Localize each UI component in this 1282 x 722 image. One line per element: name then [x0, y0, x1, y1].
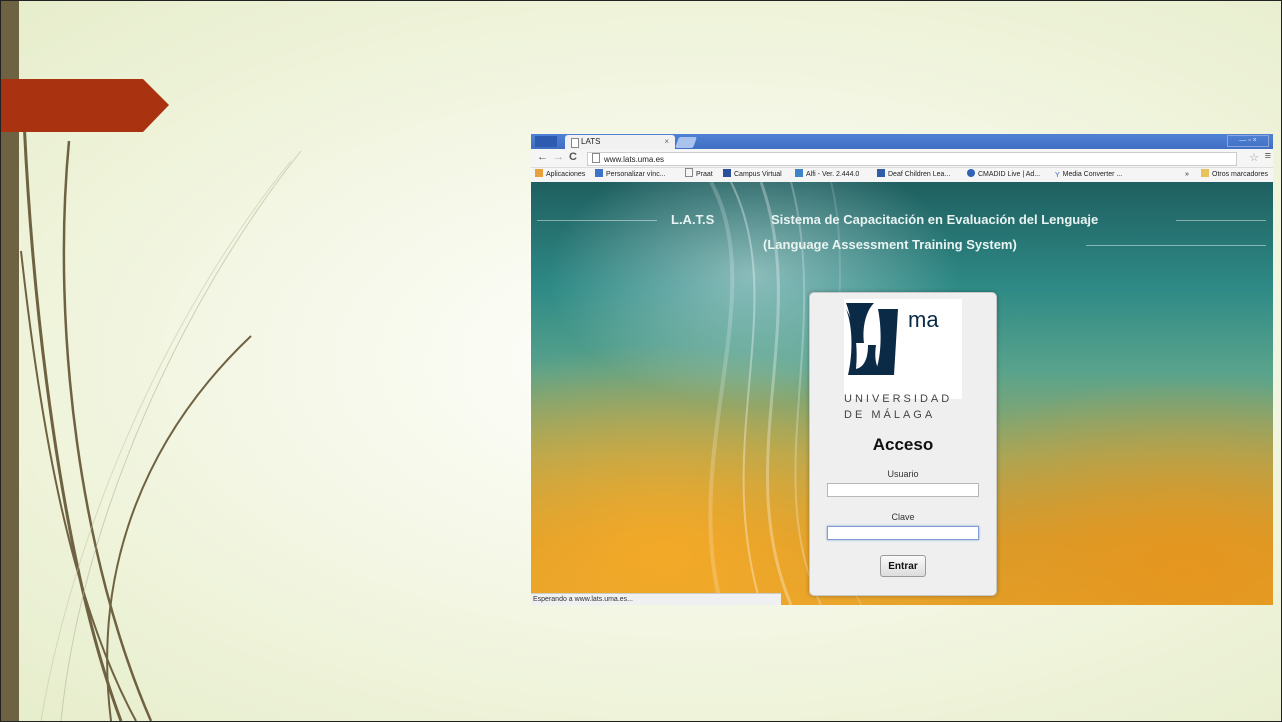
bookmark-icon: Y — [1055, 172, 1060, 179]
uma-logo-icon: ma — [846, 303, 939, 375]
submit-button[interactable]: Entrar — [880, 555, 926, 577]
folder-icon — [1201, 169, 1209, 177]
header-divider — [1086, 245, 1266, 246]
menu-icon[interactable]: ≡ — [1265, 150, 1271, 162]
browser-logo-icon — [535, 136, 557, 147]
logo-text: ma — [908, 307, 939, 332]
bookmark-apps[interactable]: Aplicaciones — [535, 168, 585, 182]
header-divider — [1176, 220, 1266, 221]
bookmark-icon — [877, 169, 885, 177]
bookmark-icon — [967, 169, 975, 177]
university-name-line2: DE MÁLAGA — [844, 409, 936, 421]
site-brand: L.A.T.S — [671, 212, 715, 227]
page-icon — [571, 138, 579, 148]
apps-icon — [535, 169, 543, 177]
window-controls[interactable]: — ▫ × — [1227, 135, 1269, 147]
address-bar: ← → C www.lats.uma.es ☆ ≡ — [531, 149, 1273, 168]
bookmark-icon — [795, 169, 803, 177]
site-title: Sistema de Capacitación en Evaluación de… — [771, 212, 1099, 227]
url-input[interactable]: www.lats.uma.es — [587, 152, 1237, 166]
browser-tabbar: LATS × — ▫ × — [531, 134, 1273, 149]
bookmark-cmadid[interactable]: CMADID Live | Ad... — [967, 168, 1040, 182]
tab-title: LATS — [581, 137, 601, 146]
tab-lats[interactable]: LATS × — [565, 135, 675, 149]
browser-screenshot: LATS × — ▫ × ← → C www.lats.uma.es ☆ ≡ A… — [531, 134, 1273, 605]
status-bar: Esperando a www.lats.uma.es... — [531, 593, 781, 605]
bookmark-praat[interactable]: Praat — [685, 168, 713, 182]
uma-logo: ma — [844, 299, 962, 399]
site-subtitle: (Language Assessment Training System) — [763, 237, 1017, 252]
red-arrow-shape — [1, 79, 169, 132]
new-tab-button[interactable] — [674, 137, 698, 148]
bookmark-campus-virtual[interactable]: Campus Virtual — [723, 168, 782, 182]
forward-icon[interactable]: → — [553, 151, 564, 163]
header-divider — [537, 220, 657, 221]
url-text: www.lats.uma.es — [604, 155, 665, 164]
presentation-slide: LATS × — ▫ × ← → C www.lats.uma.es ☆ ≡ A… — [0, 0, 1282, 722]
bookmark-icon — [723, 169, 731, 177]
username-input[interactable] — [827, 483, 979, 497]
star-icon[interactable]: ☆ — [1249, 151, 1259, 164]
web-page: L.A.T.S Sistema de Capacitación en Evalu… — [531, 182, 1273, 605]
bookmarks-bar: Aplicaciones Personalizar vínc... Praat … — [531, 168, 1273, 182]
page-icon — [685, 168, 693, 177]
bookmarks-overflow[interactable]: » — [1185, 168, 1189, 182]
password-input[interactable] — [827, 526, 979, 540]
page-icon — [592, 153, 600, 163]
reload-icon[interactable]: C — [569, 151, 577, 163]
bookmark-media-converter[interactable]: Y Media Converter ... — [1055, 168, 1122, 182]
university-name-line1: UNIVERSIDAD — [844, 393, 953, 405]
login-panel: ma UNIVERSIDAD DE MÁLAGA Acceso Usuario … — [809, 292, 997, 596]
username-label: Usuario — [887, 469, 919, 479]
bookmark-deaf-children[interactable]: Deaf Children Lea... — [877, 168, 950, 182]
back-icon[interactable]: ← — [537, 151, 548, 163]
tab-close-icon[interactable]: × — [664, 135, 669, 149]
password-label: Clave — [891, 512, 915, 522]
bookmark-icon — [595, 169, 603, 177]
bookmark-other[interactable]: Otros marcadores — [1201, 168, 1268, 182]
login-heading: Acceso — [872, 435, 934, 454]
bookmark-personalizar[interactable]: Personalizar vínc... — [595, 168, 666, 182]
bookmark-alfi[interactable]: Alfi - Ver. 2.444.0 — [795, 168, 859, 182]
